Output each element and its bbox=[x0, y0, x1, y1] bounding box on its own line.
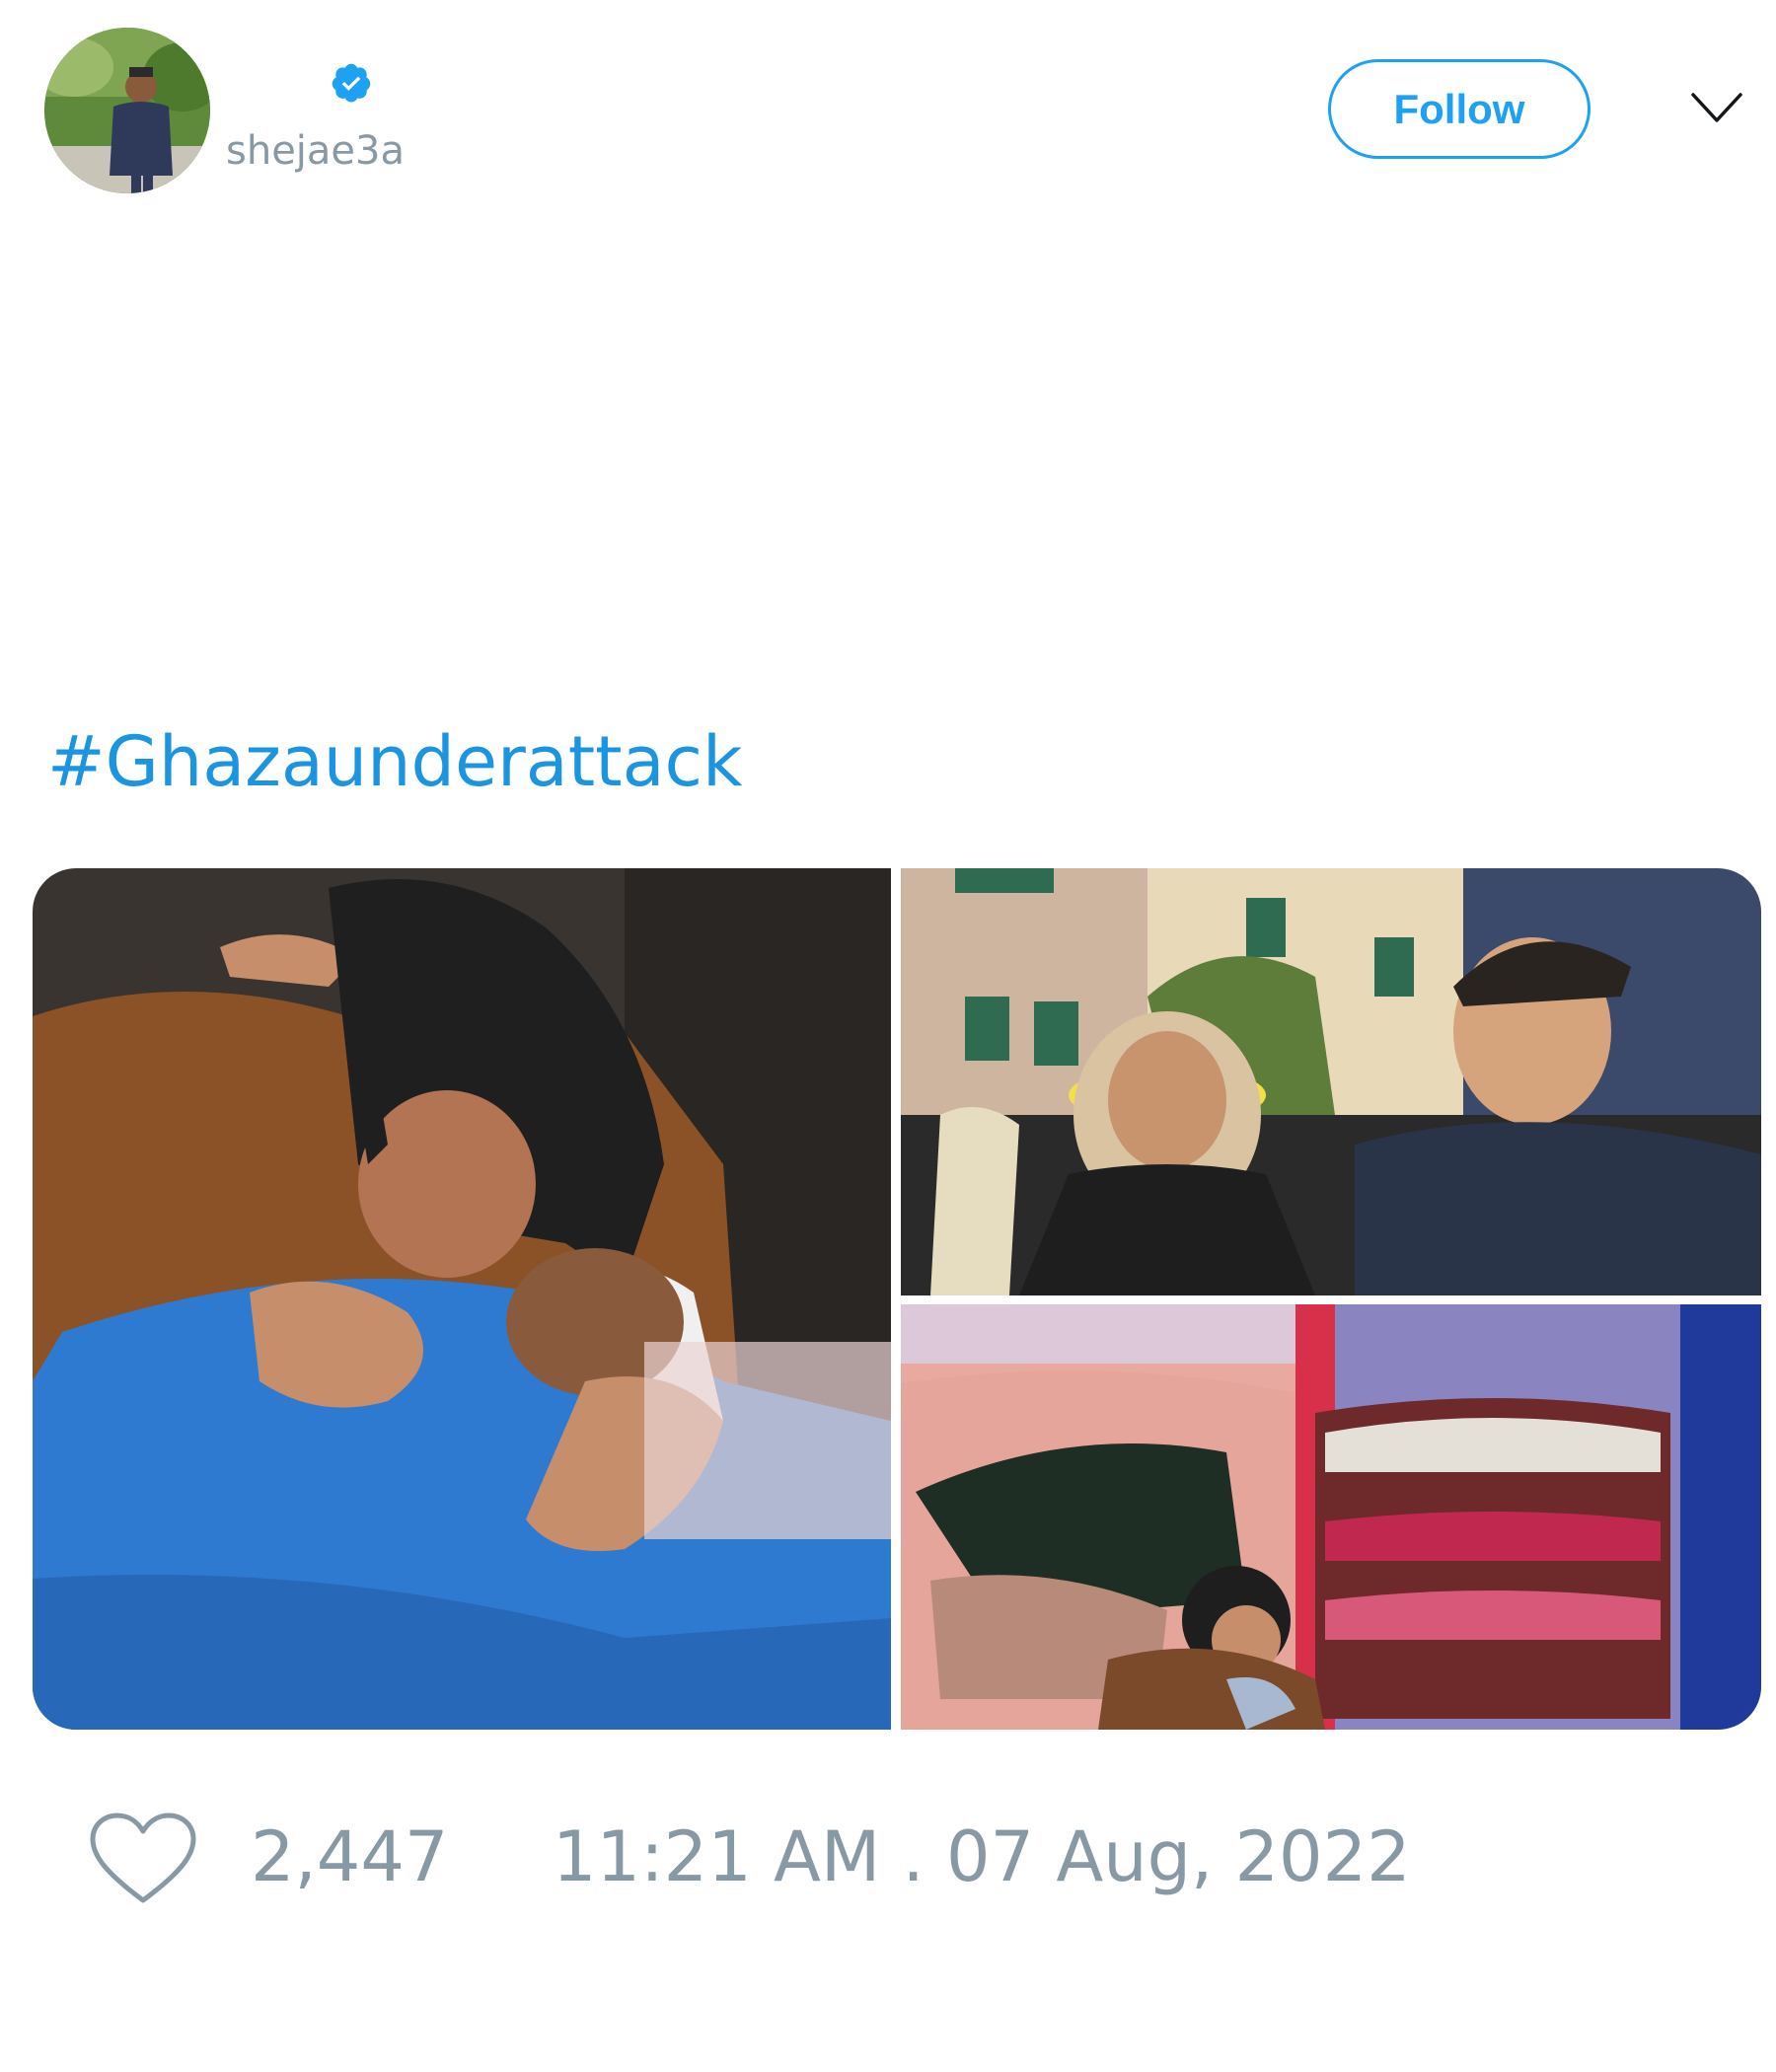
media-grid bbox=[33, 868, 1761, 1730]
verified-badge-icon bbox=[332, 63, 371, 103]
like-count: 2,447 bbox=[251, 1816, 449, 1897]
media-photo-2[interactable] bbox=[901, 868, 1761, 1295]
media-photo-3[interactable] bbox=[901, 1304, 1761, 1730]
heart-icon[interactable] bbox=[89, 1812, 197, 1906]
avatar-image bbox=[44, 28, 210, 193]
hashtag-link[interactable]: #Ghazaunderattack bbox=[47, 718, 743, 805]
follow-button[interactable]: Follow bbox=[1328, 59, 1591, 159]
author-handle[interactable]: shejae3a bbox=[226, 126, 405, 176]
chevron-down-icon[interactable] bbox=[1689, 89, 1744, 128]
tweet-timestamp[interactable]: 11:21 AM . 07 Aug, 2022 bbox=[553, 1813, 1411, 1900]
avatar[interactable] bbox=[44, 28, 210, 193]
media-photo-1[interactable] bbox=[33, 868, 891, 1730]
